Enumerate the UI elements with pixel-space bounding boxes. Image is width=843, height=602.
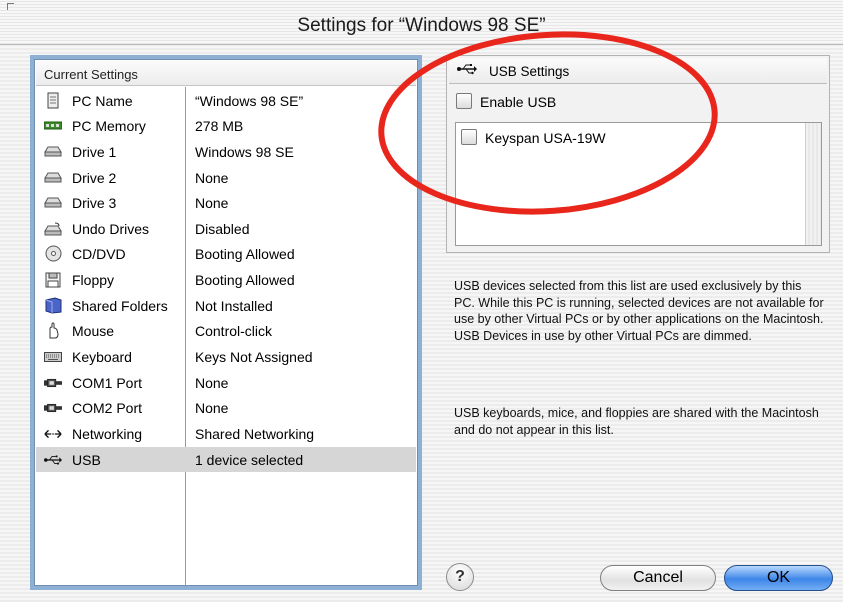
settings-row-usb[interactable]: USB 1 device selected xyxy=(36,447,416,472)
settings-row-value: Control-click xyxy=(195,323,273,339)
annotation-ellipse xyxy=(378,31,718,215)
window-corner-mark xyxy=(7,3,14,10)
settings-row-cd-dvd[interactable]: CD/DVD Booting Allowed xyxy=(36,241,416,266)
settings-row-value: Booting Allowed xyxy=(195,272,295,288)
settings-row-com2-port[interactable]: COM2 Port None xyxy=(36,395,416,420)
settings-row-value: 278 MB xyxy=(195,118,244,134)
serial-port-icon xyxy=(44,374,62,391)
settings-row-value: Keys Not Assigned xyxy=(195,349,313,365)
settings-row-name: COM2 Port xyxy=(72,400,143,416)
folder-icon xyxy=(44,297,62,314)
settings-row-value: Disabled xyxy=(195,221,250,237)
keyboard-icon xyxy=(44,348,62,365)
settings-row-value: None xyxy=(195,400,229,416)
settings-row-value: None xyxy=(195,195,229,211)
list-header-label: Current Settings xyxy=(44,67,138,82)
memory-chip-icon xyxy=(44,117,62,134)
list-header: Current Settings xyxy=(36,61,416,86)
settings-row-shared-folders[interactable]: Shared Folders Not Installed xyxy=(36,293,416,318)
device-list-scrollbar[interactable] xyxy=(805,123,821,245)
settings-row-networking[interactable]: Networking Shared Networking xyxy=(36,421,416,446)
settings-row-value: Shared Networking xyxy=(195,426,315,442)
ok-button[interactable]: OK xyxy=(724,565,833,591)
settings-row-com1-port[interactable]: COM1 Port None xyxy=(36,370,416,395)
usb-icon xyxy=(44,451,62,468)
settings-row-value: 1 device selected xyxy=(195,452,304,468)
settings-row-drive-1[interactable]: Drive 1 Windows 98 SE xyxy=(36,139,416,164)
settings-row-floppy[interactable]: Floppy Booting Allowed xyxy=(36,267,416,292)
hard-drive-icon xyxy=(44,143,62,160)
settings-row-name: Mouse xyxy=(72,323,115,339)
settings-row-drive-2[interactable]: Drive 2 None xyxy=(36,165,416,190)
document-icon xyxy=(44,92,62,109)
floppy-icon xyxy=(44,271,62,288)
hard-drive-icon xyxy=(44,194,62,211)
settings-row-name: Networking xyxy=(72,426,143,442)
settings-row-value: None xyxy=(195,170,229,186)
hard-drive-icon xyxy=(44,169,62,186)
undo-drive-icon xyxy=(44,220,62,237)
cd-icon xyxy=(44,245,62,262)
current-settings-list[interactable]: Current Settings PC Name “Windows 98 SE”… xyxy=(30,55,422,590)
settings-row-keyboard[interactable]: Keyboard Keys Not Assigned xyxy=(36,344,416,369)
settings-row-name: PC Memory xyxy=(72,118,146,134)
settings-row-drive-3[interactable]: Drive 3 None xyxy=(36,190,416,215)
usb-description-text: USB devices selected from this list are … xyxy=(454,279,824,343)
settings-row-name: Drive 3 xyxy=(72,195,117,211)
settings-row-pc-memory[interactable]: PC Memory 278 MB xyxy=(36,113,416,138)
settings-row-value: None xyxy=(195,375,229,391)
settings-row-name: Keyboard xyxy=(72,349,132,365)
settings-row-name: Undo Drives xyxy=(72,221,150,237)
serial-port-icon xyxy=(44,399,62,416)
mouse-icon xyxy=(44,322,62,339)
usb-shared-note-text: USB keyboards, mice, and floppies are sh… xyxy=(454,406,819,437)
cancel-button[interactable]: Cancel xyxy=(600,565,716,591)
settings-row-name: CD/DVD xyxy=(72,246,126,262)
help-button[interactable]: ? xyxy=(446,563,474,591)
settings-row-undo-drives[interactable]: Undo Drives Disabled xyxy=(36,216,416,241)
settings-row-name: Shared Folders xyxy=(72,298,168,314)
settings-row-value: Not Installed xyxy=(195,298,273,314)
network-icon xyxy=(44,425,62,442)
settings-row-value: Booting Allowed xyxy=(195,246,295,262)
settings-row-name: Drive 2 xyxy=(72,170,117,186)
settings-row-name: PC Name xyxy=(72,93,133,109)
settings-row-name: Floppy xyxy=(72,272,115,288)
settings-row-name: USB xyxy=(72,452,101,468)
settings-row-value: Windows 98 SE xyxy=(195,144,294,160)
settings-row-value: “Windows 98 SE” xyxy=(195,93,304,109)
settings-row-mouse[interactable]: Mouse Control-click xyxy=(36,318,416,343)
settings-row-name: COM1 Port xyxy=(72,375,143,391)
settings-row-pc-name[interactable]: PC Name “Windows 98 SE” xyxy=(36,88,416,113)
settings-row-name: Drive 1 xyxy=(72,144,117,160)
